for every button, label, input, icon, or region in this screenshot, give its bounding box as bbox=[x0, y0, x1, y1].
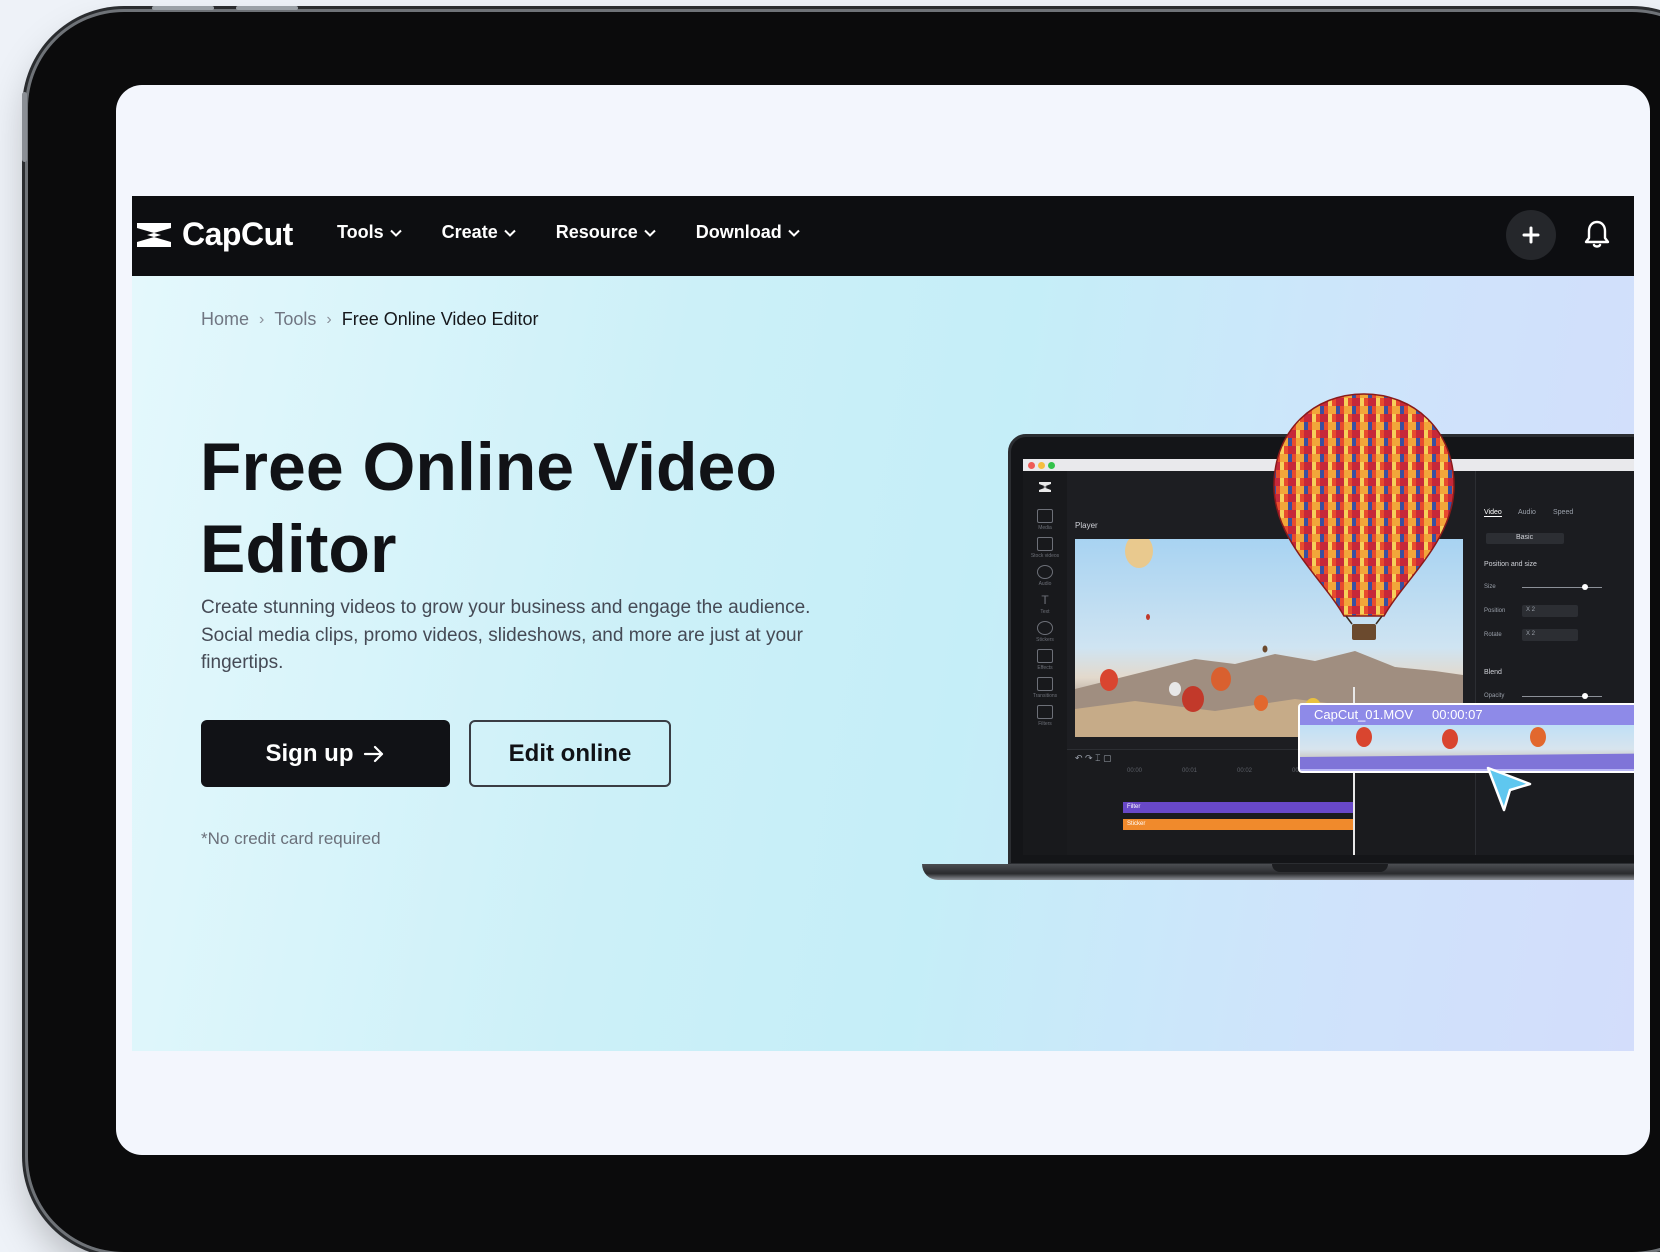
capcut-page: CapCut Tools Create Resource Download Ho… bbox=[132, 196, 1634, 1051]
laptop-notch bbox=[1272, 864, 1388, 872]
hero-section: Home › Tools › Free Online Video Editor … bbox=[132, 276, 1634, 1051]
filter-track: Filter bbox=[1123, 802, 1355, 813]
sidebar-label: Stickers bbox=[1036, 637, 1054, 643]
tablet-screen: CapCut Tools Create Resource Download Ho… bbox=[116, 85, 1650, 1155]
nav-item-label: Resource bbox=[555, 222, 638, 242]
nav-item-resource[interactable]: Resource bbox=[556, 222, 656, 243]
volume-button bbox=[236, 6, 298, 10]
position-x-value: X 2 bbox=[1526, 607, 1536, 613]
nav-item-create[interactable]: Create bbox=[442, 222, 516, 243]
nav-item-tools[interactable]: Tools bbox=[337, 222, 402, 243]
breadcrumb-home[interactable]: Home bbox=[201, 309, 249, 330]
capcut-logo[interactable]: CapCut bbox=[134, 216, 293, 253]
create-new-button[interactable] bbox=[1506, 210, 1556, 260]
nav-menu: Tools Create Resource Download bbox=[337, 222, 800, 243]
breadcrumb-tools[interactable]: Tools bbox=[274, 309, 316, 330]
clip-filename: CapCut_01.MOV bbox=[1314, 707, 1413, 722]
editor-laptop-illustration: Media Stock videos Audio T Text Stickers … bbox=[922, 393, 1634, 926]
nav-item-download[interactable]: Download bbox=[696, 222, 800, 243]
hero-description: Create stunning videos to grow your busi… bbox=[201, 597, 811, 673]
tablet-frame: CapCut Tools Create Resource Download Ho… bbox=[28, 12, 1660, 1252]
sidebar-label: Audio bbox=[1038, 581, 1052, 587]
nav-item-label: Create bbox=[441, 222, 498, 242]
clip-thumbnails bbox=[1300, 725, 1634, 769]
timecode: 00:01 bbox=[1182, 768, 1198, 774]
size-label: Size bbox=[1484, 584, 1496, 590]
chevron-right-icon: › bbox=[326, 310, 332, 328]
timecode: 00:00 bbox=[1127, 768, 1143, 774]
chevron-down-icon bbox=[788, 229, 800, 237]
notification-bell-icon[interactable] bbox=[1581, 218, 1613, 250]
sidebar-label: Effects bbox=[1037, 665, 1053, 671]
tab-speed: Speed bbox=[1553, 509, 1574, 516]
sticker-track-label: Sticker bbox=[1127, 821, 1146, 827]
rotate-value: X 2 bbox=[1526, 631, 1536, 637]
filter-track-label: Filter bbox=[1127, 804, 1141, 810]
sidebar-label: Text bbox=[1040, 609, 1050, 615]
chevron-right-icon: › bbox=[259, 310, 265, 328]
position-size-heading: Position and size bbox=[1484, 561, 1537, 568]
breadcrumb: Home › Tools › Free Online Video Editor bbox=[201, 309, 538, 330]
sidebar-label: Stock videos bbox=[1030, 553, 1060, 559]
nav-item-label: Download bbox=[695, 222, 782, 242]
video-clip-card: CapCut_01.MOV 00:00:07 bbox=[1298, 703, 1634, 773]
volume-button bbox=[152, 6, 214, 10]
sign-up-button[interactable]: Sign up bbox=[201, 720, 450, 787]
sidebar-label: Transitions bbox=[1032, 693, 1058, 699]
edit-online-button[interactable]: Edit online bbox=[469, 720, 671, 787]
tab-video: Video bbox=[1484, 509, 1502, 517]
subtab-basic: Basic bbox=[1516, 534, 1534, 541]
page-title: Free Online Video Editor bbox=[200, 429, 777, 587]
sidebar-label: Filters bbox=[1038, 721, 1052, 727]
nav-item-label: Tools bbox=[337, 222, 384, 242]
timecode: 00:02 bbox=[1237, 768, 1253, 774]
tab-audio: Audio bbox=[1518, 509, 1536, 516]
capcut-logo-icon bbox=[137, 222, 171, 247]
plus-icon bbox=[1522, 226, 1540, 244]
undo-icon: ↶ ↷ ⌶ ▢ bbox=[1075, 753, 1112, 763]
top-navbar: CapCut Tools Create Resource Download bbox=[132, 196, 1634, 276]
chevron-down-icon bbox=[644, 229, 656, 237]
arrow-right-icon bbox=[364, 745, 384, 762]
sidebar-label: Media bbox=[1038, 525, 1052, 531]
balloon-thumbnails-image bbox=[1300, 727, 1634, 769]
rotate-label: Rotate bbox=[1484, 632, 1502, 638]
player-label: Player bbox=[1075, 521, 1098, 530]
capcut-logo-icon bbox=[1039, 482, 1051, 492]
no-credit-card-note: *No credit card required bbox=[201, 829, 381, 848]
power-button bbox=[22, 92, 27, 162]
hot-air-balloon-image bbox=[1273, 393, 1455, 640]
blend-heading: Blend bbox=[1484, 669, 1502, 676]
mouse-pointer-icon bbox=[1486, 766, 1532, 812]
editor-sidebar: Media Stock videos Audio T Text Stickers … bbox=[1023, 471, 1067, 855]
breadcrumb-current: Free Online Video Editor bbox=[341, 309, 539, 329]
position-label: Position bbox=[1484, 608, 1506, 614]
clip-header: CapCut_01.MOV 00:00:07 bbox=[1300, 705, 1634, 725]
chevron-down-icon bbox=[389, 229, 402, 237]
clip-duration: 00:00:07 bbox=[1432, 707, 1483, 722]
edit-online-label: Edit online bbox=[508, 739, 632, 767]
opacity-label: Opacity bbox=[1484, 693, 1505, 699]
chevron-down-icon bbox=[503, 229, 516, 237]
brand-name: CapCut bbox=[182, 216, 293, 252]
sign-up-label: Sign up bbox=[265, 739, 354, 767]
sticker-track: Sticker bbox=[1123, 819, 1355, 830]
